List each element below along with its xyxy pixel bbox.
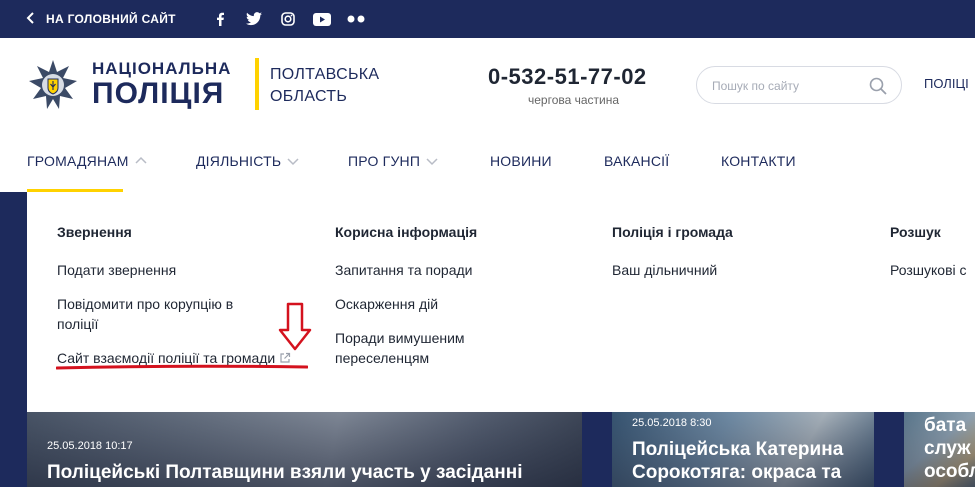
region-line-2: ОБЛАСТЬ bbox=[270, 88, 348, 105]
menu-link-questions-tips[interactable]: Запитання та поради bbox=[335, 260, 595, 280]
nav-item-label: ГРОМАДЯНАМ bbox=[27, 153, 129, 169]
menu-link-submit-appeal[interactable]: Подати звернення bbox=[57, 260, 317, 280]
back-to-main-site-link[interactable]: НА ГОЛОВНИЙ САЙТ bbox=[26, 0, 176, 38]
nav-item-label: КОНТАКТИ bbox=[721, 153, 796, 169]
menu-link-report-corruption[interactable]: Повідомити про корупцію в поліції bbox=[57, 294, 277, 334]
news-date: 25.05.2018 10:17 bbox=[47, 440, 133, 452]
flickr-icon[interactable] bbox=[347, 10, 365, 28]
region-line-1: ПОЛТАВСЬКА bbox=[270, 66, 380, 83]
main-nav: ГРОМАДЯНАМ ДІЯЛЬНІСТЬ ПРО ГУНП НОВИНИ ВА… bbox=[0, 130, 975, 192]
menu-link-displaced-persons-tips[interactable]: Поради вимушеним переселенцям bbox=[335, 328, 535, 368]
instagram-icon[interactable] bbox=[279, 10, 297, 28]
menu-link-district-officer[interactable]: Ваш дільничний bbox=[612, 260, 872, 280]
news-title[interactable]: бата служ особл bbox=[924, 414, 975, 483]
news-title-line: Сорокотяга: окраса та bbox=[632, 462, 842, 483]
menu-column-title: Розшук bbox=[890, 224, 941, 240]
facebook-icon[interactable] bbox=[211, 10, 229, 28]
site-header: НАЦІОНАЛЬНА ПОЛІЦІЯ ПОЛТАВСЬКА ОБЛАСТЬ 0… bbox=[0, 38, 975, 130]
header-right-link[interactable]: ПОЛІЦІ bbox=[924, 76, 969, 91]
news-title-line: особл bbox=[924, 461, 975, 482]
news-card[interactable]: 25.05.2018 8:30 Поліцейська Катерина Сор… bbox=[612, 412, 874, 487]
back-link-label: НА ГОЛОВНИЙ САЙТ bbox=[46, 12, 176, 26]
news-title[interactable]: Поліцейські Полтавщини взяли участь у за… bbox=[47, 462, 522, 484]
hotline-phone[interactable]: 0-532-51-77-02 bbox=[488, 64, 647, 90]
menu-column-wanted: Розшук Розшукові с bbox=[890, 224, 975, 294]
nav-item-news[interactable]: НОВИНИ bbox=[490, 130, 552, 192]
annotation-arrow-down-icon bbox=[278, 302, 312, 351]
search-icon[interactable] bbox=[869, 77, 887, 95]
menu-link-appeal-actions[interactable]: Оскарження дій bbox=[335, 294, 595, 314]
region-name: ПОЛТАВСЬКА ОБЛАСТЬ bbox=[270, 64, 379, 108]
news-date: 25.05.2018 8:30 bbox=[632, 417, 712, 429]
logo-line-2: ПОЛІЦІЯ bbox=[92, 77, 225, 110]
news-title-line: служ bbox=[924, 438, 971, 459]
menu-column-police-community: Поліція і громада Ваш дільничний bbox=[612, 224, 872, 294]
logo-divider bbox=[255, 58, 259, 110]
logo-line-1: НАЦІОНАЛЬНА bbox=[92, 59, 232, 78]
police-star-logo-icon[interactable] bbox=[26, 58, 80, 112]
nav-item-vacancies[interactable]: ВАКАНСІЇ bbox=[604, 130, 669, 192]
news-title-line: бата bbox=[924, 415, 967, 436]
social-links bbox=[211, 0, 365, 38]
youtube-icon[interactable] bbox=[313, 10, 331, 28]
nav-item-contacts[interactable]: КОНТАКТИ bbox=[721, 130, 796, 192]
external-link-icon bbox=[280, 352, 291, 363]
hotline-caption: чергова частина bbox=[528, 93, 620, 107]
twitter-icon[interactable] bbox=[245, 10, 263, 28]
annotation-underline bbox=[56, 364, 308, 370]
site-search bbox=[696, 66, 902, 104]
nav-item-label: НОВИНИ bbox=[490, 153, 552, 169]
news-title-line: Поліцейська Катерина bbox=[632, 439, 844, 460]
news-title[interactable]: Поліцейська Катерина Сорокотяга: окраса … bbox=[632, 438, 843, 484]
chevron-up-icon bbox=[135, 156, 147, 164]
nav-item-label: ПРО ГУНП bbox=[348, 153, 421, 169]
chevron-down-icon bbox=[287, 158, 299, 166]
logo-wordmark[interactable]: НАЦІОНАЛЬНА ПОЛІЦІЯ bbox=[92, 60, 231, 109]
top-bar: НА ГОЛОВНИЙ САЙТ bbox=[0, 0, 975, 38]
nav-item-about[interactable]: ПРО ГУНП bbox=[348, 130, 438, 192]
menu-link-wanted[interactable]: Розшукові с bbox=[890, 260, 975, 280]
news-card[interactable]: бата служ особл bbox=[904, 412, 975, 487]
nav-item-label: ДІЯЛЬНІСТЬ bbox=[196, 153, 282, 169]
menu-column-title: Корисна інформація bbox=[335, 224, 478, 240]
chevron-left-icon bbox=[26, 12, 36, 26]
menu-column-useful-info: Корисна інформація Запитання та поради О… bbox=[335, 224, 595, 382]
nav-item-label: ВАКАНСІЇ bbox=[604, 153, 670, 169]
menu-column-title: Звернення bbox=[57, 224, 132, 240]
nav-item-activity[interactable]: ДІЯЛЬНІСТЬ bbox=[196, 130, 299, 192]
chevron-down-icon bbox=[426, 158, 438, 166]
citizens-dropdown-menu: Звернення Подати звернення Повідомити пр… bbox=[27, 192, 975, 412]
nav-item-citizens[interactable]: ГРОМАДЯНАМ bbox=[27, 130, 147, 192]
menu-column-title: Поліція і громада bbox=[612, 224, 733, 240]
search-input[interactable] bbox=[712, 76, 862, 96]
news-card[interactable]: 25.05.2018 10:17 Поліцейські Полтавщини … bbox=[27, 412, 582, 487]
